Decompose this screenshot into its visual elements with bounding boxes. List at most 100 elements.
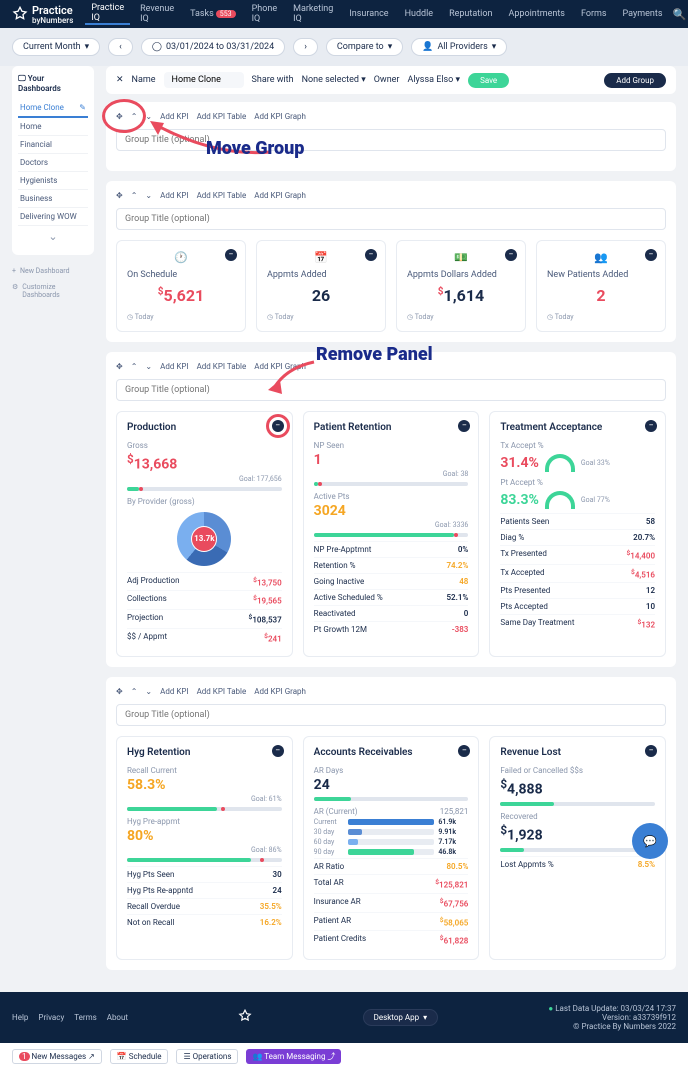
remove-panel-button[interactable]: − [458, 745, 470, 757]
owner-label: Owner [374, 75, 400, 85]
remove-panel-button[interactable]: − [645, 249, 657, 261]
desktop-app-button[interactable]: Desktop App ▾ [363, 1009, 438, 1026]
nav-huddle[interactable]: Huddle [399, 9, 440, 19]
status-bar: 1 New Messages ↗ 📅 Schedule ☰ Operations… [0, 1043, 688, 1070]
stat-value: $67,756 [440, 897, 469, 909]
stat-value: 61.9k [438, 818, 468, 826]
remove-panel-button[interactable]: − [365, 249, 377, 261]
stat-label: Patients Seen [500, 517, 549, 526]
sidebar-item-financial[interactable]: Financial [18, 136, 88, 154]
stat-label: By Provider (gross) [127, 497, 282, 506]
close-editor-icon[interactable]: ✕ [116, 75, 124, 85]
sidebar-item-doctors[interactable]: Doctors [18, 154, 88, 172]
move-group-up-icon[interactable]: ⌃ [131, 362, 138, 371]
remove-panel-button[interactable]: − [505, 249, 517, 261]
nav-appointments[interactable]: Appointments [502, 9, 570, 19]
stat-value: $132 [637, 618, 655, 630]
add-kpi-link[interactable]: Add KPI [160, 362, 188, 371]
group-title-input[interactable] [116, 704, 666, 726]
kpi-period: ◷ Today [127, 313, 235, 321]
add-kpi-graph-link[interactable]: Add KPI Graph [254, 112, 306, 121]
move-group-handle-icon[interactable]: ✥ [116, 687, 123, 696]
group-title-input[interactable] [116, 129, 666, 151]
stat-value: 1 [314, 452, 469, 468]
new-messages-button[interactable]: 1 New Messages ↗ [12, 1049, 102, 1064]
sidebar-item-hygienists[interactable]: Hygienists [18, 172, 88, 190]
customize-dashboards-link[interactable]: ⚙ Customize Dashboards [12, 279, 94, 303]
stat-value: 10 [646, 602, 655, 611]
remove-panel-button[interactable]: − [458, 420, 470, 432]
nav-phone-iq[interactable]: Phone IQ [246, 4, 284, 24]
operations-button[interactable]: ☰ Operations [176, 1049, 238, 1064]
add-kpi-table-link[interactable]: Add KPI Table [197, 362, 247, 371]
dashboard-name-input[interactable] [164, 72, 244, 88]
stat-label: NP Pre-Apptmnt [314, 545, 372, 554]
nav-forms[interactable]: Forms [575, 9, 613, 19]
date-prev[interactable]: ‹ [108, 38, 133, 56]
owner-select[interactable]: Alyssa Elso ▾ [407, 75, 460, 85]
move-group-down-icon[interactable]: ⌄ [145, 112, 152, 121]
move-group-down-icon[interactable]: ⌄ [145, 362, 152, 371]
providers-select[interactable]: 👤 All Providers ▾ [411, 38, 507, 56]
add-kpi-table-link[interactable]: Add KPI Table [197, 687, 247, 696]
stat-label: Going Inactive [314, 577, 365, 586]
add-kpi-graph-link[interactable]: Add KPI Graph [254, 362, 306, 371]
move-group-down-icon[interactable]: ⌄ [145, 687, 152, 696]
remove-panel-button[interactable]: − [645, 420, 657, 432]
nav-marketing-iq[interactable]: Marketing IQ [287, 4, 339, 24]
period-select[interactable]: Current Month ▾ [12, 38, 100, 56]
sidebar-item-business[interactable]: Business [18, 190, 88, 208]
remove-panel-button[interactable]: − [225, 249, 237, 261]
move-group-down-icon[interactable]: ⌄ [145, 191, 152, 200]
save-button[interactable]: Save [468, 73, 509, 88]
add-kpi-graph-link[interactable]: Add KPI Graph [254, 687, 306, 696]
sidebar-item-home-clone[interactable]: Home Clone ✎ [18, 99, 88, 118]
add-group-button[interactable]: Add Group [604, 73, 666, 88]
group-title-input[interactable] [116, 379, 666, 401]
add-kpi-table-link[interactable]: Add KPI Table [197, 191, 247, 200]
stat-label: Tx Presented [500, 549, 547, 561]
add-kpi-link[interactable]: Add KPI [160, 687, 188, 696]
footer-help-link[interactable]: Help [12, 1013, 28, 1022]
move-group-up-icon[interactable]: ⌃ [131, 687, 138, 696]
nav-practice-iq[interactable]: Practice IQ [85, 3, 130, 25]
sidebar-item-home[interactable]: Home [18, 118, 88, 136]
nav-tasks[interactable]: Tasks553 [184, 9, 241, 19]
nav-insurance[interactable]: Insurance [343, 9, 394, 19]
remove-panel-button[interactable]: − [645, 745, 657, 757]
add-kpi-table-link[interactable]: Add KPI Table [197, 112, 247, 121]
move-group-handle-icon[interactable]: ✥ [116, 112, 123, 121]
compare-select[interactable]: Compare to ▾ [326, 38, 403, 56]
remove-panel-button[interactable]: − [272, 420, 284, 432]
move-group-handle-icon[interactable]: ✥ [116, 362, 123, 371]
stat-value: 125,821 [440, 807, 469, 816]
add-kpi-link[interactable]: Add KPI [160, 112, 188, 121]
share-select[interactable]: None selected ▾ [302, 75, 366, 85]
schedule-button[interactable]: 📅 Schedule [110, 1049, 169, 1064]
sidebar-item-delivering-wow[interactable]: Delivering WOW [18, 208, 88, 226]
add-kpi-graph-link[interactable]: Add KPI Graph [254, 191, 306, 200]
remove-panel-button[interactable]: − [272, 745, 284, 757]
add-kpi-link[interactable]: Add KPI [160, 191, 188, 200]
footer-about-link[interactable]: About [107, 1013, 128, 1022]
nav-revenue-iq[interactable]: Revenue IQ [134, 4, 180, 24]
filter-bar: Current Month ▾ ‹ ◯ 03/01/2024 to 03/31/… [0, 28, 688, 66]
move-group-up-icon[interactable]: ⌃ [131, 191, 138, 200]
new-dashboard-link[interactable]: + New Dashboard [12, 263, 94, 279]
move-group-handle-icon[interactable]: ✥ [116, 191, 123, 200]
sidebar-expand-icon[interactable]: ⌄ [18, 226, 88, 247]
goal-label: Goal: 86% [127, 846, 282, 854]
nav-payments[interactable]: Payments [617, 9, 669, 19]
move-group-up-icon[interactable]: ⌃ [131, 112, 138, 121]
search-icon[interactable]: 🔍 [673, 8, 687, 21]
footer-privacy-link[interactable]: Privacy [38, 1013, 64, 1022]
goal-label: Goal: 177,656 [127, 475, 282, 483]
date-range[interactable]: ◯ 03/01/2024 to 03/31/2024 [141, 38, 285, 56]
logo[interactable]: PracticebyNumbers [12, 4, 73, 25]
date-next[interactable]: › [293, 38, 318, 56]
nav-reputation[interactable]: Reputation [443, 9, 498, 19]
chat-bubble-icon[interactable]: 💬 [632, 823, 668, 859]
footer-terms-link[interactable]: Terms [74, 1013, 96, 1022]
team-messaging-button[interactable]: 👥 Team Messaging ⤴ [246, 1049, 341, 1064]
group-title-input[interactable] [116, 208, 666, 230]
